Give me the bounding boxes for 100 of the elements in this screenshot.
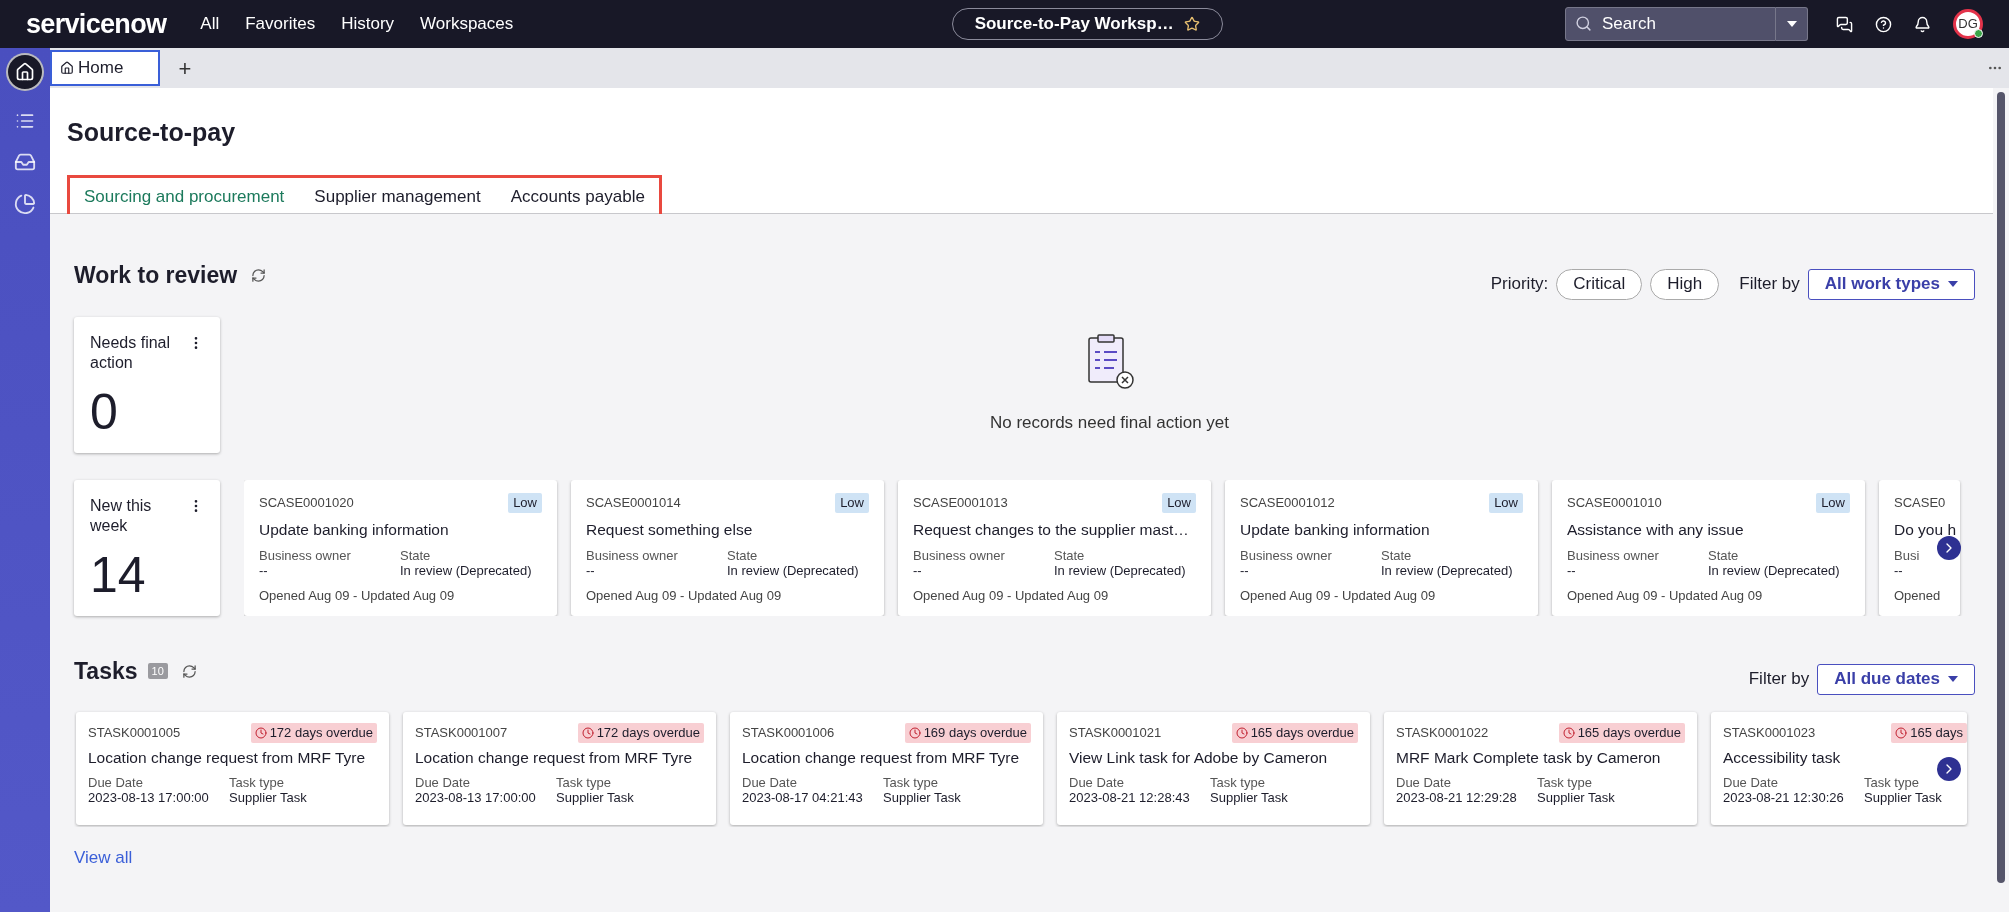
case-card[interactable]: SCASE0001013 Low Request changes to the supplier mast… Business owner -- State In review (Deprecated) Opened Aug 09 - Updated Aug 09 [898, 480, 1211, 616]
priority-chip[interactable]: Critical [1556, 268, 1643, 300]
metric-card[interactable]: New this week 14 [74, 480, 220, 616]
field-value: -- [259, 563, 269, 578]
caret-icon [1948, 281, 1958, 287]
overdue-tag: 169 days overdue [904, 723, 1031, 743]
scrollbar[interactable] [1997, 92, 2005, 884]
field-label: Business owner [259, 548, 352, 563]
notifications-icon[interactable] [1914, 15, 1931, 33]
page-title: Source-to-pay [67, 120, 237, 145]
priority-tag: Low [1816, 493, 1850, 513]
analytics-icon[interactable] [14, 193, 36, 215]
task-card[interactable]: STASK0001021 165 days overdue View Link task for Adobe by Cameron Due Date 2023-08-21 12:28:43 Task type Supplier Task [1057, 712, 1370, 825]
task-title: MRF Mark Complete task by Cameron [1396, 748, 1661, 768]
nav-link[interactable]: Favorites [245, 11, 316, 37]
case-card[interactable]: SCASE0001020 Low Update banking information Business owner -- State In review (Deprecated) Opened Aug 09 - Updated Aug 09 [244, 480, 557, 616]
caret-icon [1786, 21, 1797, 27]
task-card[interactable]: STASK0001007 172 days overdue Location change request from MRF Tyre Due Date 2023-08-13 17:00:00 Task type Supplier Task [403, 712, 716, 825]
nav-link[interactable]: Workspaces [420, 11, 514, 37]
field-label: Business owner [1240, 548, 1333, 563]
filter-label: Filter by [1739, 273, 1800, 296]
view-all-link[interactable]: View all [74, 845, 133, 871]
field-label: State [1054, 548, 1086, 563]
add-tab-button[interactable]: + [172, 51, 198, 85]
priority-tag: Low [1489, 493, 1523, 513]
user-avatar[interactable]: DG [1953, 9, 1983, 39]
field-value: -- [913, 563, 923, 578]
caret-icon [1948, 676, 1958, 682]
field-label: Task type [556, 775, 612, 790]
help-icon[interactable] [1875, 15, 1892, 33]
overdue-tag: 172 days overdue [577, 723, 704, 743]
home-icon[interactable] [6, 53, 44, 91]
case-id: SCASE0001014 [586, 494, 681, 513]
search-dropdown-button[interactable] [1776, 7, 1808, 41]
home-icon [60, 61, 74, 75]
field-value: -- [586, 563, 596, 578]
filter-dropdown[interactable]: All due dates [1817, 663, 1975, 695]
task-title: Location change request from MRF Tyre [415, 748, 693, 768]
task-card[interactable]: STASK0001022 165 days overdue MRF Mark Complete task by Cameron Due Date 2023-08-21 12:29:28 Task type Supplier Task [1384, 712, 1697, 825]
case-id: SCASE0001010 [1567, 494, 1662, 513]
field-label: State [1381, 548, 1413, 563]
case-dates: Opened [1894, 587, 1942, 605]
section-tab[interactable]: Supplier management [306, 178, 489, 218]
field-value: 2023-08-21 12:28:43 [1069, 790, 1191, 805]
case-dates: Opened Aug 09 - Updated Aug 09 [586, 587, 783, 605]
overdue-tag: 172 days overdue [250, 723, 377, 743]
case-title: Request changes to the supplier mast… [913, 520, 1189, 540]
case-card[interactable]: SCASE0001010 Low Assistance with any issue Business owner -- State In review (Deprecated) Opened Aug 09 - Updated Aug 09 [1552, 480, 1865, 616]
task-title: Location change request from MRF Tyre [88, 748, 366, 768]
case-card[interactable]: SCASE0001012 Low Update banking information Business owner -- State In review (Deprecated) Opened Aug 09 - Updated Aug 09 [1225, 480, 1538, 616]
case-id: SCASE0001012 [1240, 494, 1335, 513]
field-value: Supplier Task [1537, 790, 1615, 805]
case-card[interactable]: SCASE0001014 Low Request something else Business owner -- State In review (Deprecated) Opened Aug 09 - Updated Aug 09 [571, 480, 884, 616]
case-card[interactable]: SCASE0 Do you h Busi -- Opened [1879, 480, 1960, 616]
task-id: STASK0001022 [1396, 724, 1489, 743]
field-label: Task type [1864, 775, 1920, 790]
refresh-icon[interactable] [251, 267, 267, 283]
refresh-icon[interactable] [181, 663, 197, 679]
metric-card[interactable]: Needs final action 0 [74, 317, 220, 453]
task-card[interactable]: STASK0001005 172 days overdue Location change request from MRF Tyre Due Date 2023-08-13 17:00:00 Task type Supplier Task [76, 712, 389, 825]
field-label: Task type [1210, 775, 1266, 790]
search-field[interactable]: Search [1565, 7, 1776, 41]
workspace-tab[interactable]: Home [50, 50, 160, 86]
nav-link[interactable]: All [200, 11, 220, 37]
section-title: Work to review [74, 260, 238, 290]
clock-icon [581, 727, 594, 739]
metric-value: 14 [90, 550, 147, 600]
case-id: SCASE0001020 [259, 494, 354, 513]
field-value: -- [1894, 563, 1904, 578]
metric-value: 0 [90, 387, 119, 437]
case-id: SCASE0001013 [913, 494, 1008, 513]
field-label: Due Date [1396, 775, 1452, 790]
chat-icon[interactable] [1836, 15, 1853, 33]
field-value: Supplier Task [556, 790, 634, 805]
field-label: State [400, 548, 432, 563]
case-dates: Opened Aug 09 - Updated Aug 09 [259, 587, 456, 605]
filter-dropdown[interactable]: All work types [1807, 268, 1975, 300]
task-card[interactable]: STASK0001023 165 days Accessibility task Due Date 2023-08-21 12:30:26 Task type Supplier Task [1711, 712, 1967, 825]
section-title: Tasks [74, 656, 138, 686]
field-value: 2023-08-13 17:00:00 [88, 790, 210, 805]
field-value: Supplier Task [229, 790, 307, 805]
field-label: Task type [1537, 775, 1593, 790]
inbox-icon[interactable] [14, 151, 36, 173]
task-card[interactable]: STASK0001006 169 days overdue Location change request from MRF Tyre Due Date 2023-08-17 04:21:43 Task type Supplier Task [730, 712, 1043, 825]
case-id: SCASE0 [1894, 494, 1946, 513]
field-value: Supplier Task [883, 790, 961, 805]
priority-chip[interactable]: High [1650, 268, 1720, 300]
field-label: Due Date [1723, 775, 1779, 790]
field-value: 2023-08-13 17:00:00 [415, 790, 537, 805]
field-label: Business owner [586, 548, 679, 563]
case-title: Update banking information [259, 520, 449, 540]
list-icon[interactable] [15, 111, 35, 131]
task-id: STASK0001023 [1723, 724, 1816, 743]
task-id: STASK0001007 [415, 724, 508, 743]
logo[interactable]: servicenow [26, 3, 167, 45]
field-value: -- [1240, 563, 1250, 578]
case-dates: Opened Aug 09 - Updated Aug 09 [1567, 587, 1764, 605]
section-tab[interactable]: Accounts payable [502, 178, 653, 218]
field-value: In review (Deprecated) [1054, 563, 1186, 578]
nav-link[interactable]: History [341, 11, 395, 37]
